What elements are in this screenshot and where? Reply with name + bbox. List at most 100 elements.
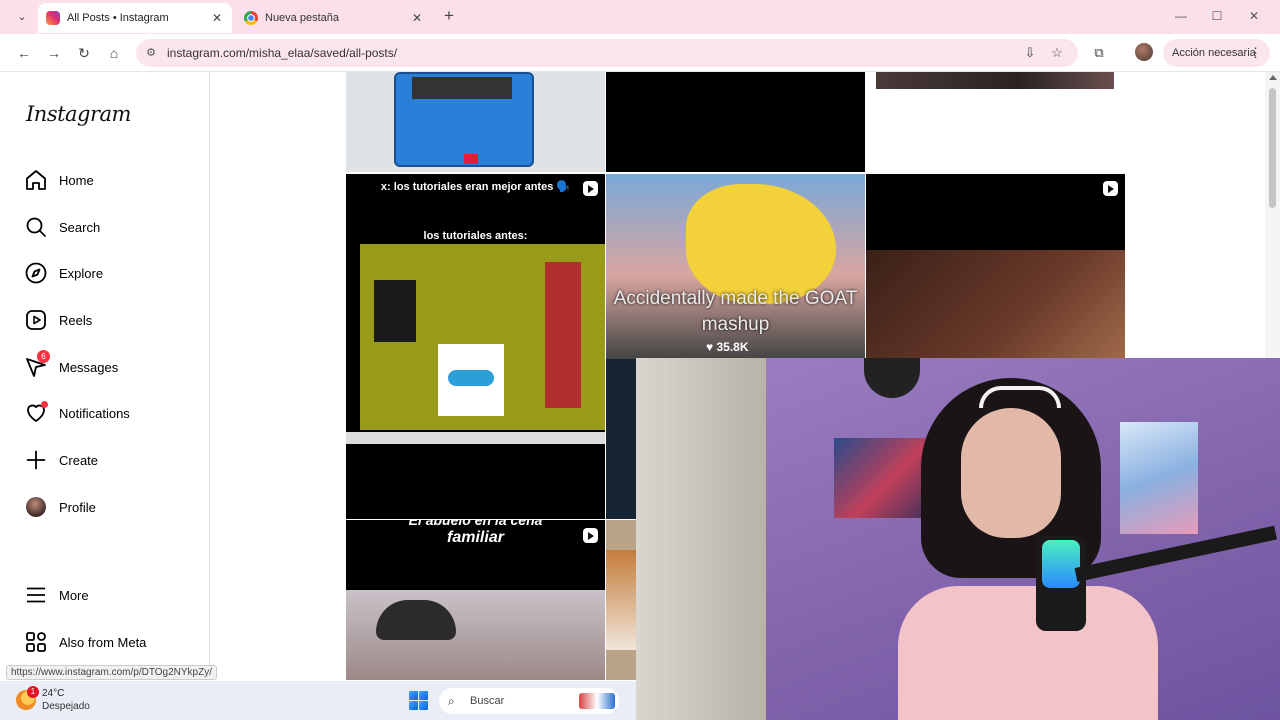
sidebar-item-also-from-meta[interactable]: Also from Meta (24, 627, 204, 657)
post-thumbnail-tutorials[interactable]: x: los tutoriales eran mejor antes 🗣️ lo… (346, 174, 605, 519)
search-icon (24, 215, 48, 239)
weather-temperature[interactable]: 24°C (42, 688, 64, 699)
instagram-favicon-icon (46, 11, 60, 25)
webcam-overlay (636, 358, 1280, 720)
url-text[interactable]: instagram.com/misha_elaa/saved/all-posts… (167, 46, 397, 60)
post-caption: Accidentally made the GOAT mashup (613, 288, 858, 335)
post-thumbnail-linkinpark[interactable] (876, 72, 1114, 89)
notification-dot (41, 401, 48, 408)
sidebar-item-home[interactable]: Home (24, 165, 204, 195)
plus-icon (24, 448, 48, 472)
browser-tab-bar: ⌄ All Posts • Instagram ✕ Nueva pestaña … (0, 0, 1280, 34)
sidebar-item-reels[interactable]: Reels (24, 305, 204, 335)
bookmark-star-icon[interactable]: ☆ (1049, 45, 1065, 61)
post-caption-partial: El abuelo en la cena (408, 520, 543, 528)
door-image (636, 358, 766, 720)
microphone-image (1036, 536, 1086, 631)
new-tab-plus-icon[interactable]: + (440, 7, 458, 25)
tab-new-tab[interactable]: Nueva pestaña ✕ (236, 3, 432, 33)
forward-arrow-icon[interactable]: → (44, 43, 64, 63)
tab-search-chevron-icon[interactable]: ⌄ (12, 8, 32, 26)
sidebar-item-label: Also from Meta (59, 634, 147, 650)
instagram-logo[interactable]: Instagram (26, 102, 131, 126)
install-app-icon[interactable]: ⇩ (1022, 45, 1038, 61)
sidebar-item-notifications[interactable]: Notifications (24, 398, 204, 428)
taskbar-search-box[interactable]: ⌕ Buscar (439, 688, 619, 714)
heart-icon (24, 401, 48, 425)
tab-title: Nueva pestaña (265, 12, 339, 24)
post-thumbnail-dog[interactable] (606, 520, 636, 680)
weather-description[interactable]: Despejado (42, 701, 90, 712)
reel-icon (1103, 181, 1118, 196)
windows-taskbar: 1 24°C Despejado ⌕ Buscar (0, 681, 636, 720)
sidebar-item-label: Notifications (59, 405, 130, 421)
sidebar-item-explore[interactable]: Explore (24, 258, 204, 288)
meta-grid-icon (24, 630, 48, 654)
instagram-sidebar: Instagram Home Search Explore Reels 6 Me… (6, 72, 210, 680)
sidebar-item-label: Create (59, 452, 99, 468)
sidebar-item-label: Messages (59, 359, 119, 375)
sidebar-item-label: More (59, 587, 89, 603)
post-thumbnail-black[interactable] (606, 72, 865, 172)
sidebar-item-label: Search (59, 219, 101, 235)
minimize-icon[interactable]: — (1173, 8, 1189, 24)
weather-badge: 1 (27, 686, 39, 698)
heart-filled-icon: ♥ (706, 340, 714, 354)
address-bar[interactable]: ⚙ instagram.com/misha_elaa/saved/all-pos… (136, 39, 1078, 67)
sidebar-item-create[interactable]: Create (24, 445, 204, 475)
grandpa-image (346, 590, 605, 680)
home-icon (24, 168, 48, 192)
likes-overlay: ♥ 35.8K (706, 340, 786, 354)
search-highlight-image (579, 693, 615, 709)
maximize-icon[interactable]: ☐ (1209, 8, 1225, 24)
reel-icon (583, 181, 598, 196)
side-ad-image (545, 262, 581, 408)
scrollbar-thumb[interactable] (1269, 88, 1276, 208)
link-hover-status: https://www.instagram.com/p/DTOg2NYkpZy/ (6, 665, 217, 680)
post-thumbnail-grandpa[interactable]: El abuelo en la cena familiar (346, 520, 605, 680)
sidebar-item-profile[interactable]: Profile (24, 492, 204, 522)
site-settings-icon[interactable]: ⚙ (144, 46, 158, 60)
tab-instagram[interactable]: All Posts • Instagram ✕ (38, 3, 232, 33)
reload-icon[interactable]: ↻ (74, 43, 94, 63)
scroll-up-arrow-icon[interactable] (1269, 75, 1277, 80)
linkinpark-image (876, 72, 1114, 89)
chrome-menu-icon[interactable]: ⋮ (1249, 39, 1262, 67)
device-light-image (464, 154, 478, 164)
reel-icon (583, 528, 598, 543)
device-vent-image (412, 77, 512, 99)
singer-image (866, 250, 1125, 360)
sidebar-item-search[interactable]: Search (24, 212, 204, 242)
download-button-image (448, 370, 494, 386)
action-needed-button[interactable]: Acción necesaria ⋮ (1163, 39, 1270, 67)
person-face-image (961, 408, 1061, 538)
sidebar-item-messages[interactable]: 6 Messages (24, 350, 204, 382)
home-button-icon[interactable]: ⌂ (104, 43, 124, 63)
taskbar-search-placeholder: Buscar (470, 695, 505, 707)
likes-count: 35.8K (716, 340, 749, 354)
unread-count-badge: 6 (37, 350, 50, 363)
post-thumbnail-singer[interactable] (866, 174, 1125, 360)
cap-hat-image (376, 600, 456, 640)
post-thumbnail-device[interactable] (346, 72, 605, 172)
back-arrow-icon[interactable]: ← (14, 43, 34, 63)
sidebar-item-label: Reels (59, 312, 93, 328)
dog-image (606, 550, 636, 650)
search-icon: ⌕ (448, 694, 455, 708)
old-tutorial-screenshot (360, 244, 605, 430)
profile-avatar (24, 495, 48, 519)
browser-toolbar: ← → ↻ ⌂ ⚙ instagram.com/misha_elaa/saved… (0, 34, 1280, 72)
close-tab-icon[interactable]: ✕ (410, 11, 424, 25)
windows-start-icon[interactable] (409, 691, 428, 710)
taskbar-strip-image (346, 432, 605, 444)
sidebar-item-more[interactable]: More (24, 580, 204, 610)
extensions-puzzle-icon[interactable]: ⧉ (1090, 44, 1108, 62)
close-tab-icon[interactable]: ✕ (210, 11, 224, 25)
post-caption: los tutoriales antes: (423, 230, 528, 242)
chrome-profile-avatar[interactable] (1135, 43, 1153, 61)
compass-icon (24, 261, 48, 285)
window-close-icon[interactable]: ✕ (1246, 8, 1262, 24)
poster-right-image (1120, 422, 1198, 534)
tab-title: All Posts • Instagram (67, 12, 169, 24)
download-graphic (438, 344, 504, 416)
